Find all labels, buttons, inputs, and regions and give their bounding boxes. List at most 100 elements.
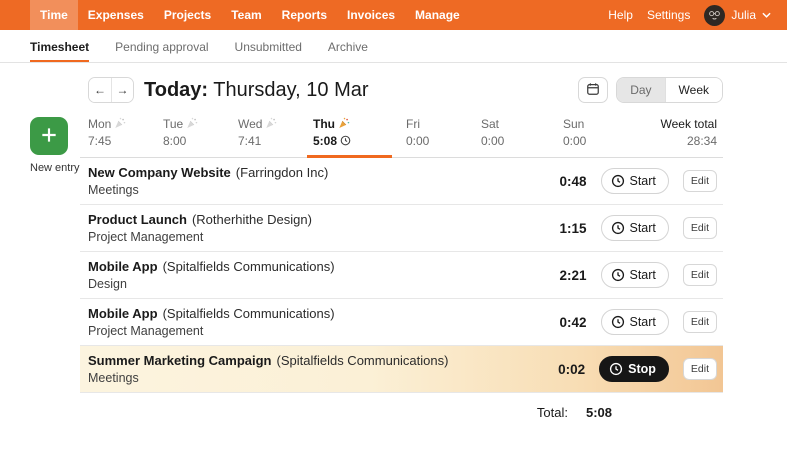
nav-item[interactable]: Expenses [78, 0, 154, 30]
time-entry-row: Summer Marketing Campaign(Spitalfields C… [80, 346, 723, 393]
new-entry-section: New entry [30, 117, 80, 420]
party-popper-icon [114, 117, 126, 129]
total-value: 5:08 [586, 405, 612, 420]
subnav-item[interactable]: Timesheet [30, 40, 89, 62]
day-column[interactable]: Thu 5:08 [313, 117, 406, 148]
week-total-label: Week total [661, 117, 717, 131]
entry-info: Mobile App(Spitalfields Communications) … [88, 306, 335, 338]
toggle-week[interactable]: Week [665, 78, 722, 102]
day-week-toggle: Day Week [616, 77, 723, 103]
timer-toggle-button[interactable]: Start [601, 215, 669, 241]
timer-toggle-button[interactable]: Stop [599, 356, 669, 382]
day-total: 0:00 [406, 134, 429, 148]
edit-button[interactable]: Edit [683, 217, 717, 239]
timer-action-label: Start [630, 174, 656, 188]
entry-task: Project Management [88, 324, 335, 338]
timer-clock-icon [611, 221, 625, 235]
timer-action-label: Start [630, 315, 656, 329]
day-name: Fri [406, 117, 420, 131]
entry-project: Mobile App [88, 259, 158, 274]
timer-clock-icon [609, 362, 623, 376]
entry-duration: 0:02 [551, 362, 585, 377]
time-entry-row: Product Launch (Rotherhithe Design) Proje… [80, 205, 723, 252]
day-total: 7:41 [238, 134, 261, 148]
entry-task: Design [88, 277, 335, 291]
nav-item[interactable]: Reports [272, 0, 337, 30]
entry-info: Mobile App(Spitalfields Communications) … [88, 259, 335, 291]
time-entries-list: New Company Website(Farringdon Inc) Meet… [80, 158, 723, 393]
toggle-day[interactable]: Day [617, 78, 664, 102]
calendar-button[interactable] [578, 77, 608, 103]
time-entry-row: New Company Website(Farringdon Inc) Meet… [80, 158, 723, 205]
party-popper-icon [338, 117, 350, 129]
entry-task: Project Management [88, 230, 312, 244]
next-day-button[interactable]: → [111, 78, 133, 102]
settings-link[interactable]: Settings [647, 8, 690, 22]
new-entry-button[interactable] [30, 117, 68, 155]
day-column[interactable]: Fri 0:00 [406, 117, 481, 148]
day-column[interactable]: Wed 7:41 [238, 117, 313, 148]
day-column[interactable]: Sat 0:00 [481, 117, 563, 148]
timer-toggle-button[interactable]: Start [601, 168, 669, 194]
subnav-item[interactable]: Archive [328, 40, 368, 62]
topbar-right: Help Settings Julia [608, 0, 771, 30]
chevron-down-icon [762, 12, 771, 18]
day-column[interactable]: Tue 8:00 [163, 117, 238, 148]
date-label: Thursday, 10 Mar [213, 79, 368, 101]
total-label: Total: [537, 405, 568, 420]
plus-icon [39, 125, 59, 148]
day-total-row: Total: 5:08 [80, 393, 723, 420]
entry-project: Summer Marketing Campaign [88, 353, 272, 368]
entry-project: Mobile App [88, 306, 158, 321]
subnav-item[interactable]: Pending approval [115, 40, 208, 62]
day-total: 0:00 [563, 134, 586, 148]
time-entry-row: Mobile App(Spitalfields Communications) … [80, 299, 723, 346]
user-menu[interactable]: Julia [704, 5, 771, 26]
day-columns: Mon 7:45 [88, 117, 638, 148]
day-name: Wed [238, 117, 262, 131]
entry-duration: 0:48 [553, 174, 587, 189]
day-total: 0:00 [481, 134, 504, 148]
page-title: Today: Thursday, 10 Mar [144, 79, 369, 102]
entry-client: (Spitalfields Communications) [163, 259, 335, 274]
day-column[interactable]: Mon 7:45 [88, 117, 163, 148]
prev-day-button[interactable]: ← [89, 78, 111, 102]
help-link[interactable]: Help [608, 8, 633, 22]
today-label: Today: [144, 79, 208, 101]
nav-item[interactable]: Manage [405, 0, 470, 30]
timer-action-label: Start [630, 268, 656, 282]
entry-controls: 0:48 Start Edit [553, 168, 718, 194]
subnav-item[interactable]: Unsubmitted [235, 40, 302, 62]
timer-toggle-button[interactable]: Start [601, 262, 669, 288]
day-column[interactable]: Sun 0:00 [563, 117, 638, 148]
entry-info: New Company Website(Farringdon Inc) Meet… [88, 165, 328, 197]
party-popper-icon [186, 117, 198, 129]
edit-button[interactable]: Edit [683, 358, 717, 380]
timesheet-content: Mon 7:45 [80, 117, 723, 420]
view-controls: Day Week [578, 77, 723, 103]
edit-button[interactable]: Edit [683, 170, 717, 192]
nav-item[interactable]: Projects [154, 0, 221, 30]
timer-clock-icon [611, 174, 625, 188]
nav-item[interactable]: Time [30, 0, 78, 30]
entry-task: Meetings [88, 183, 328, 197]
entry-duration: 2:21 [553, 268, 587, 283]
timer-toggle-button[interactable]: Start [601, 309, 669, 335]
party-popper-icon [265, 117, 277, 129]
edit-button[interactable]: Edit [683, 311, 717, 333]
primary-nav: Time Expenses Projects Team Reports Invo… [30, 0, 470, 30]
edit-button[interactable]: Edit [683, 264, 717, 286]
entry-project: Product Launch [88, 212, 187, 227]
entry-info: Summer Marketing Campaign(Spitalfields C… [88, 353, 448, 385]
timer-clock-icon [611, 268, 625, 282]
entry-client: (Rotherhithe Design) [192, 212, 312, 227]
nav-item[interactable]: Invoices [337, 0, 405, 30]
secondary-nav: Timesheet Pending approval Unsubmitted A… [0, 30, 787, 63]
nav-item[interactable]: Team [221, 0, 271, 30]
day-total: 7:45 [88, 134, 111, 148]
active-day-underline [307, 155, 392, 158]
new-entry-label: New entry [30, 162, 80, 174]
entry-info: Product Launch (Rotherhithe Design) Proje… [88, 212, 312, 244]
date-header: ← → Today: Thursday, 10 Mar Day Week [88, 77, 723, 103]
user-name: Julia [731, 8, 756, 22]
